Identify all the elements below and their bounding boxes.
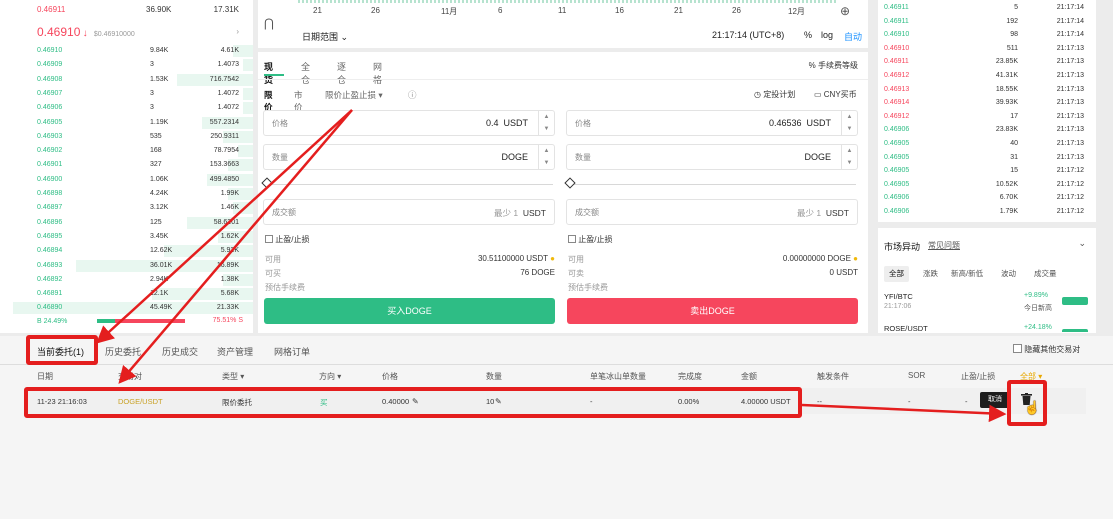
- annotation-arrow-to-cancel: [801, 403, 1007, 423]
- annotation-arrow-to-tab: [96, 109, 353, 344]
- annotation-arrow-to-pair: [118, 109, 353, 384]
- annotation-arrows: [96, 109, 1007, 423]
